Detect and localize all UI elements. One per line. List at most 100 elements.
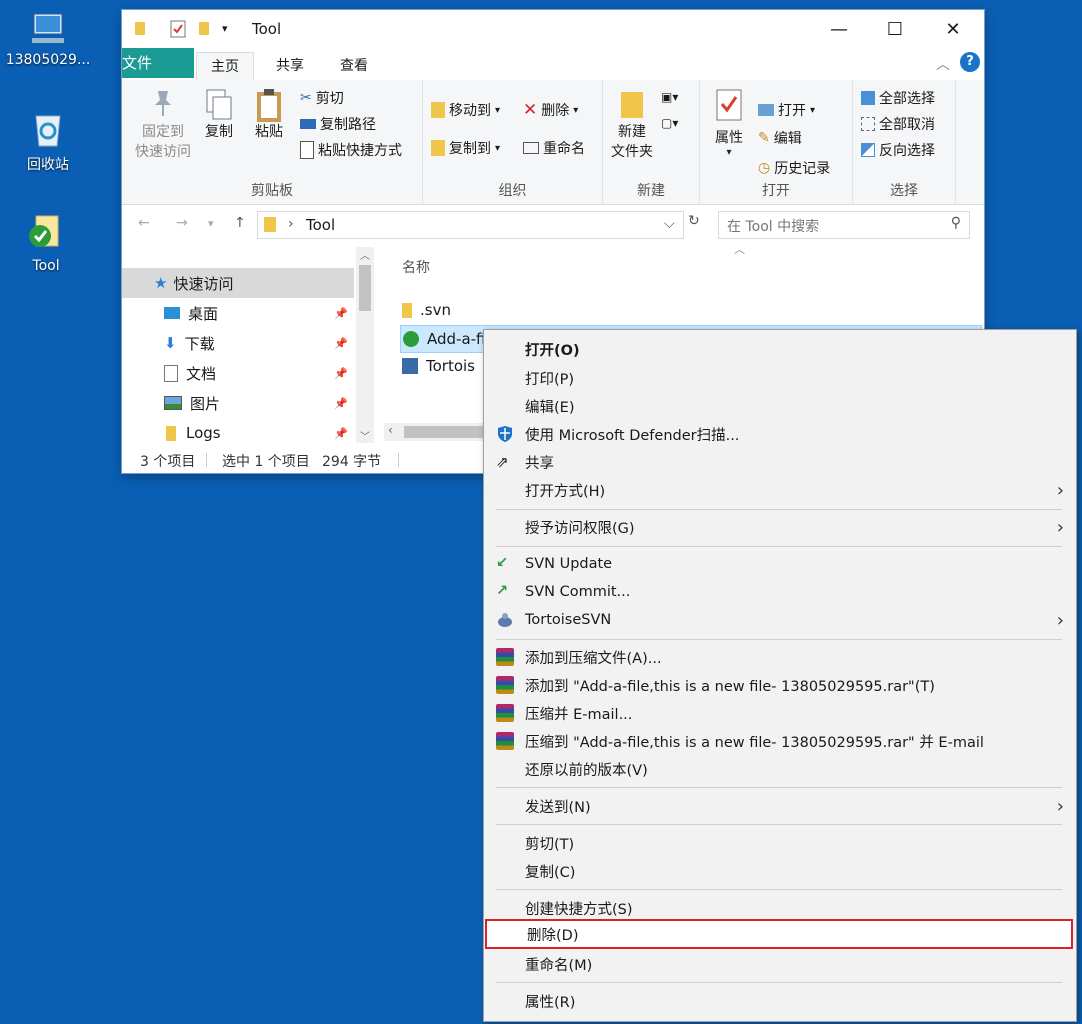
svn-commit-icon: ↗ xyxy=(496,583,509,599)
pin-icon[interactable]: 📌 xyxy=(334,307,348,320)
easy-access-button[interactable]: ▢▾ xyxy=(661,116,678,130)
list-item[interactable]: .svn xyxy=(402,297,451,323)
desktop-icon-computer[interactable]: 13805029... xyxy=(2,12,94,68)
breadcrumb[interactable]: Tool xyxy=(306,216,335,234)
menu-item-defender-scan[interactable]: 使用 Microsoft Defender扫描... xyxy=(484,420,1076,448)
menu-separator xyxy=(496,982,1062,983)
menu-item-create-shortcut[interactable]: 创建快捷方式(S) xyxy=(484,894,1076,922)
rename-button[interactable]: 重命名 xyxy=(523,138,585,158)
scroll-thumb[interactable] xyxy=(359,265,371,311)
paste-button[interactable]: 粘贴 xyxy=(248,88,290,142)
pin-icon[interactable]: 📌 xyxy=(334,367,348,380)
copy-path-button[interactable]: 复制路径 xyxy=(300,114,376,134)
select-none-button[interactable]: 全部取消 xyxy=(861,114,935,134)
list-item[interactable]: Tortois xyxy=(402,353,475,379)
menu-item-send-to[interactable]: 发送到(N) › xyxy=(484,792,1076,820)
pin-icon[interactable]: 📌 xyxy=(334,397,348,410)
column-header-name[interactable]: 名称 xyxy=(402,257,430,277)
paste-shortcut-icon xyxy=(300,141,314,159)
menu-item-grant-access[interactable]: 授予访问权限(G) › xyxy=(484,513,1076,541)
nav-item-logs[interactable]: Logs 📌 xyxy=(122,418,354,448)
group-label: 打开 xyxy=(762,183,790,199)
open-button[interactable]: 打开 ▾ xyxy=(758,100,815,120)
refresh-icon[interactable]: ↻ xyxy=(688,213,700,229)
chevron-up-icon[interactable]: ︿ xyxy=(936,54,950,74)
menu-item-rename[interactable]: 重命名(M) xyxy=(484,950,1076,978)
menu-item-restore-versions[interactable]: 还原以前的版本(V) xyxy=(484,755,1076,783)
select-all-button[interactable]: 全部选择 xyxy=(861,88,935,108)
search-icon: ⚲ xyxy=(950,215,961,231)
folder-icon xyxy=(264,217,276,232)
history-button[interactable]: ◷ 历史记录 xyxy=(758,158,830,178)
tortoisesvn-icon xyxy=(496,611,514,629)
nav-item-desktop[interactable]: 桌面 📌 xyxy=(122,298,354,328)
new-folder-button[interactable]: 新建 文件夹 xyxy=(609,88,655,162)
menu-item-add-to-archive[interactable]: 添加到压缩文件(A)... xyxy=(484,643,1076,671)
tab-share[interactable]: 共享 xyxy=(262,52,318,80)
menu-item-share[interactable]: ⇗ 共享 xyxy=(484,448,1076,476)
nav-item-documents[interactable]: 文档 📌 xyxy=(122,358,354,388)
svn-update-icon: ↙ xyxy=(496,555,509,571)
minimize-button[interactable]: — xyxy=(810,10,868,48)
menu-item-compress-rar-email[interactable]: 压缩到 "Add-a-file,this is a new file- 1380… xyxy=(484,727,1076,755)
star-icon: ★ xyxy=(154,274,168,292)
back-arrow-icon[interactable]: ← xyxy=(138,215,150,231)
nav-item-downloads[interactable]: ⬇ 下载 📌 xyxy=(122,328,354,358)
tab-view[interactable]: 查看 xyxy=(326,52,382,80)
nav-item-pictures[interactable]: 图片 📌 xyxy=(122,388,354,418)
menu-item-add-to-rar[interactable]: 添加到 "Add-a-file,this is a new file- 1380… xyxy=(484,671,1076,699)
menu-item-print[interactable]: 打印(P) xyxy=(484,364,1076,392)
help-icon[interactable]: ? xyxy=(960,52,980,72)
tab-file[interactable]: 文件 xyxy=(122,48,194,78)
properties-quick-icon[interactable] xyxy=(170,20,186,42)
edit-button[interactable]: ✎ 编辑 xyxy=(758,128,802,148)
nav-item-quick-access[interactable]: ★ 快速访问 xyxy=(122,268,354,298)
delete-x-icon: ✕ xyxy=(523,100,538,120)
delete-button[interactable]: ✕ 删除 ▾ xyxy=(523,100,578,120)
desktop-icon xyxy=(164,307,180,319)
address-input[interactable]: › Tool ⌵ xyxy=(257,211,684,239)
menu-item-tortoisesvn[interactable]: TortoiseSVN › xyxy=(484,606,1076,634)
menu-item-delete[interactable]: 删除(D) xyxy=(485,919,1073,949)
new-item-button[interactable]: ▣▾ xyxy=(661,90,678,104)
forward-arrow-icon[interactable]: → xyxy=(176,215,188,231)
nav-scrollbar[interactable]: ︿ ﹀ xyxy=(356,247,374,443)
menu-item-open[interactable]: 打开(O) xyxy=(484,335,1076,363)
address-dropdown-icon[interactable]: ⌵ xyxy=(664,216,675,232)
search-input[interactable]: 在 Tool 中搜索 ⚲ xyxy=(718,211,970,239)
properties-button[interactable]: 属性 ▾ xyxy=(706,88,752,158)
menu-item-open-with[interactable]: 打开方式(H) › xyxy=(484,476,1076,504)
maximize-button[interactable]: ☐ xyxy=(866,10,924,48)
paste-shortcut-button[interactable]: 粘贴快捷方式 xyxy=(300,140,402,160)
desktop-icon-tool-folder[interactable]: Tool xyxy=(0,212,92,274)
copy-to-button[interactable]: 复制到 ▾ xyxy=(431,138,500,158)
menu-item-copy[interactable]: 复制(C) xyxy=(484,857,1076,885)
scroll-down-icon[interactable]: ﹀ xyxy=(356,428,374,443)
pin-icon[interactable]: 📌 xyxy=(334,337,348,350)
cut-button[interactable]: ✂ 剪切 xyxy=(300,88,344,108)
menu-item-edit[interactable]: 编辑(E) xyxy=(484,392,1076,420)
up-arrow-icon[interactable]: ↑ xyxy=(234,215,246,231)
recent-chevron-icon[interactable]: ▾ xyxy=(208,217,214,230)
pin-icon[interactable]: 📌 xyxy=(334,427,348,440)
chevron-down-icon: ▾ xyxy=(495,142,501,154)
menu-item-cut[interactable]: 剪切(T) xyxy=(484,829,1076,857)
invert-selection-button[interactable]: 反向选择 xyxy=(861,140,935,160)
menu-item-svn-commit[interactable]: ↗ SVN Commit... xyxy=(484,578,1076,606)
desktop-icon-recycle-bin[interactable]: 回收站 xyxy=(2,110,94,174)
chevron-right-icon: › xyxy=(1056,479,1064,501)
scroll-up-icon[interactable]: ︿ xyxy=(356,247,374,262)
menu-item-properties[interactable]: 属性(R) xyxy=(484,987,1076,1015)
copy-button[interactable]: 复制 xyxy=(198,88,240,142)
new-folder-quick-icon[interactable] xyxy=(198,20,212,40)
scroll-left-icon[interactable]: ‹ xyxy=(388,423,393,437)
close-button[interactable]: ✕ xyxy=(924,10,982,48)
menu-item-svn-update[interactable]: ↙ SVN Update xyxy=(484,550,1076,578)
move-to-button[interactable]: 移动到 ▾ xyxy=(431,100,500,120)
folder-svn-icon xyxy=(0,212,92,256)
pin-quick-access-button[interactable]: 固定到 快速访问 xyxy=(128,88,198,162)
tab-home[interactable]: 主页 xyxy=(196,52,254,82)
chevron-down-icon[interactable]: ▾ xyxy=(222,22,228,35)
folder-icon xyxy=(402,302,412,318)
menu-item-compress-email[interactable]: 压缩并 E-mail... xyxy=(484,699,1076,727)
